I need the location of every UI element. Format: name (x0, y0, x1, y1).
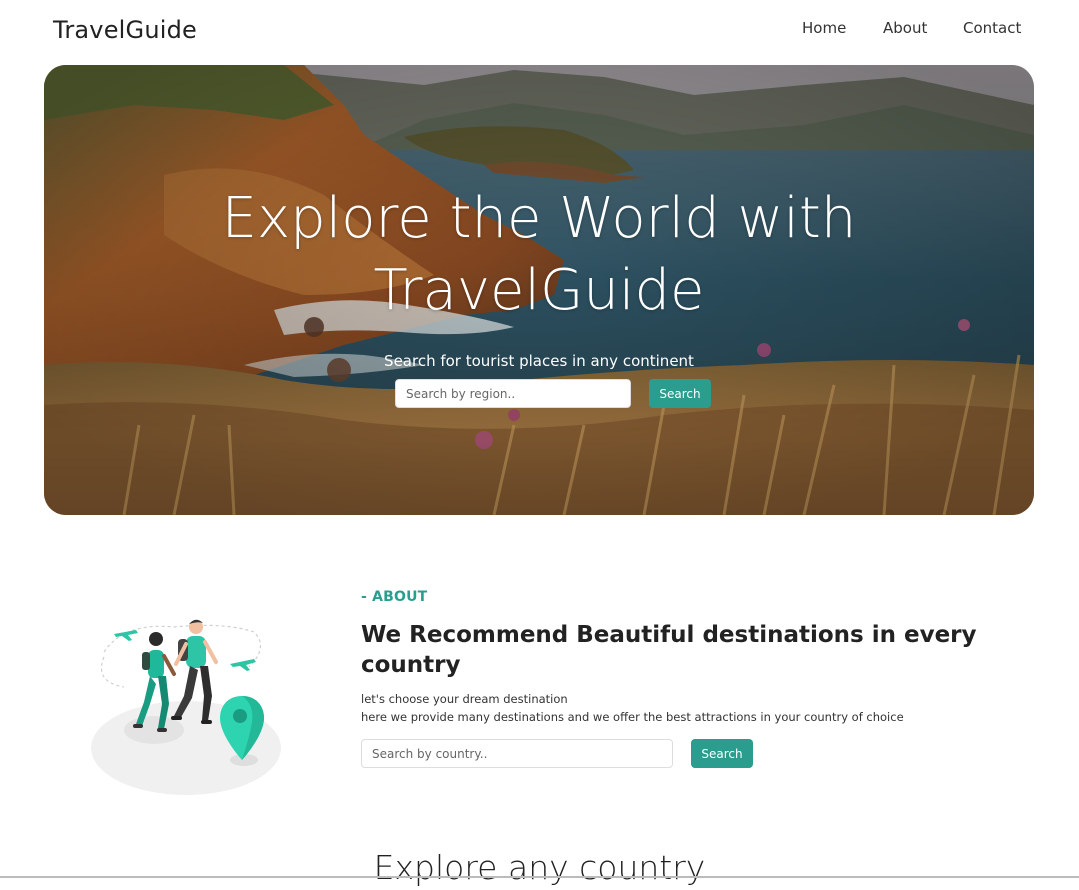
about-kicker: - ABOUT (361, 589, 428, 605)
explore-title: Explore any country (373, 848, 706, 887)
hero-section: Explore the World with TravelGuide Searc… (44, 65, 1034, 515)
brand-logo[interactable]: TravelGuide (53, 16, 197, 44)
navbar: TravelGuide Home About Contact (0, 0, 1079, 64)
about-text-line2: here we provide many destinations and we… (361, 710, 904, 724)
about-heading-line1: We Recommend Beautiful destinations in e… (361, 622, 977, 648)
hero-title-line1: Explore the World with (221, 186, 857, 251)
travelers-illustration (91, 619, 281, 795)
country-search-input[interactable] (361, 739, 673, 768)
hero-title: Explore the World with TravelGuide (44, 183, 1034, 327)
airplane-icon (230, 659, 256, 671)
airplane-icon (114, 630, 138, 641)
nav-link-home[interactable]: Home (802, 19, 846, 37)
about-heading-line2: country (361, 652, 461, 678)
hero-subtitle: Search for tourist places in any contine… (384, 352, 694, 370)
country-search-button[interactable]: Search (691, 739, 753, 768)
nav-link-about[interactable]: About (883, 19, 927, 37)
nav-link-contact[interactable]: Contact (963, 19, 1021, 37)
region-search-input[interactable] (395, 379, 631, 408)
about-heading: We Recommend Beautiful destinations in e… (361, 620, 981, 680)
about-text-line1: let's choose your dream destination (361, 692, 568, 706)
region-search-button[interactable]: Search (649, 379, 711, 408)
hero-title-line2: TravelGuide (373, 258, 705, 323)
